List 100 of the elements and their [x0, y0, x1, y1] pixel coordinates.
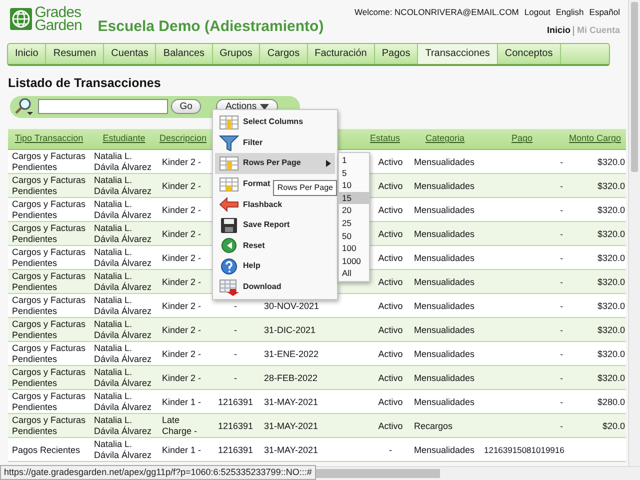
table-cell: Cargos y Facturas Pendientes: [8, 270, 90, 294]
school-name: Escuela Demo (Adiestramiento): [98, 17, 324, 37]
table-cell: Kinder 2 -: [158, 318, 208, 342]
table-cell: Kinder 2 -: [158, 366, 208, 390]
table-cell: Natalia L. Dávila Álvarez: [90, 174, 158, 198]
table-cell: -: [480, 318, 564, 342]
table-cell: Mensualidades: [410, 318, 480, 342]
welcome-text: Welcome: NCOLONRIVERA@EMAIL.COM: [354, 6, 519, 19]
table-cell: -: [208, 342, 260, 366]
table-cell: 31-MAY-2021: [260, 390, 360, 414]
table-cell: 31-DIC-2021: [260, 318, 360, 342]
table-cell: Cargos y Facturas Pendientes: [8, 390, 90, 414]
table-cell: Cargos y Facturas Pendientes: [8, 222, 90, 246]
table-cell: -: [480, 198, 564, 222]
table-cell: Natalia L. Dávila Álvarez: [90, 198, 158, 222]
table-cell: -: [480, 174, 564, 198]
table-cell: Natalia L. Dávila Álvarez: [90, 366, 158, 390]
table-cell: Kinder 2 -: [158, 342, 208, 366]
table-cell: Mensualidades: [410, 342, 480, 366]
table-cell: -: [480, 294, 564, 318]
table-cell: Cargos y Facturas Pendientes: [8, 198, 90, 222]
table-cell: Natalia L. Dávila Álvarez: [90, 342, 158, 366]
table-cell: $320.0: [564, 342, 626, 366]
table-cell: Kinder 1 -: [158, 390, 208, 414]
table-cell: 1216391: [208, 438, 260, 462]
table-cell: -: [480, 270, 564, 294]
table-cell: Cargos y Facturas Pendientes: [8, 174, 90, 198]
table-cell: 31-MAY-2021: [260, 414, 360, 438]
table-cell: Activo: [360, 342, 410, 366]
table-cell: -: [480, 414, 564, 438]
table-cell: Activo: [360, 318, 410, 342]
table-cell: Natalia L. Dávila Álvarez: [90, 390, 158, 414]
table-cell: Cargos y Facturas Pendientes: [8, 150, 90, 174]
table-cell: Activo: [360, 294, 410, 318]
table-cell: Cargos y Facturas Pendientes: [8, 414, 90, 438]
table-cell: 31-MAY-2021: [260, 438, 360, 462]
table-cell: Kinder 2 -: [158, 150, 208, 174]
page-title: Listado de Transacciones: [8, 75, 162, 92]
table-cell: $320.0: [564, 174, 626, 198]
table-cell: $320.0: [564, 270, 626, 294]
table-cell: Natalia L. Dávila Álvarez: [90, 438, 158, 462]
table-cell: -: [480, 366, 564, 390]
table-cell: Mensualidades: [410, 222, 480, 246]
table-cell: Cargos y Facturas Pendientes: [8, 318, 90, 342]
table-cell: -: [480, 150, 564, 174]
table-cell: $320.0: [564, 150, 626, 174]
table-cell: Mensualidades: [410, 270, 480, 294]
table-cell: Cargos y Facturas Pendientes: [8, 366, 90, 390]
table-cell: Cargos y Facturas Pendientes: [8, 294, 90, 318]
table-cell: $320.0: [564, 198, 626, 222]
table-cell: $280.0: [564, 390, 626, 414]
table-cell: Mensualidades: [410, 150, 480, 174]
status-url-tooltip: https://gate.gradesgarden.net/apex/gg11p/f?p=1060:6:525335233799::NO:::#: [0, 464, 316, 480]
table-cell: Natalia L. Dávila Álvarez: [90, 246, 158, 270]
table-cell: -: [480, 390, 564, 414]
table-cell: Mensualidades: [410, 294, 480, 318]
table-cell: Kinder 1 -: [158, 438, 208, 462]
table-cell: Mensualidades: [410, 390, 480, 414]
table-cell: Natalia L. Dávila Álvarez: [90, 318, 158, 342]
table-cell: $320.0: [564, 318, 626, 342]
table-cell: -: [480, 342, 564, 366]
table-cell: $320.0: [564, 294, 626, 318]
table-cell: -: [480, 246, 564, 270]
table-cell: -: [208, 318, 260, 342]
table-cell: Mensualidades: [410, 246, 480, 270]
table-cell: Natalia L. Dávila Álvarez: [90, 222, 158, 246]
table-cell: 28-FEB-2022: [260, 366, 360, 390]
table-cell: Kinder 2 -: [158, 270, 208, 294]
table-cell: Natalia L. Dávila Álvarez: [90, 150, 158, 174]
table-cell: Cargos y Facturas Pendientes: [8, 246, 90, 270]
table-cell: Mensualidades: [410, 438, 480, 462]
table-cell: Kinder 2 -: [158, 294, 208, 318]
table-cell: $320.0: [564, 246, 626, 270]
table-cell: 31-ENE-2022: [260, 342, 360, 366]
table-cell: Cargos y Facturas Pendientes: [8, 342, 90, 366]
table-cell: Mensualidades: [410, 198, 480, 222]
table-cell: -: [360, 438, 410, 462]
table-cell: 1216391: [208, 414, 260, 438]
table-cell: Kinder 2 -: [158, 246, 208, 270]
table-cell: $320.0: [564, 222, 626, 246]
table-cell: Kinder 2 -: [158, 174, 208, 198]
table-cell: $320.0: [564, 366, 626, 390]
table-cell: Activo: [360, 414, 410, 438]
table-cell: -: [480, 222, 564, 246]
table-cell: 1216391: [208, 390, 260, 414]
logo-text: Grades Garden: [34, 6, 82, 32]
table-cell: 12163915081019916: [480, 438, 564, 462]
table-cell: Mensualidades: [410, 174, 480, 198]
tooltip: Rows Per Page: [273, 180, 337, 196]
table-cell: Recargos: [410, 414, 480, 438]
table-cell: Natalia L. Dávila Álvarez: [90, 414, 158, 438]
table-cell: $20.0: [564, 414, 626, 438]
table-cell: Activo: [360, 390, 410, 414]
table-cell: Natalia L. Dávila Álvarez: [90, 270, 158, 294]
table-cell: Natalia L. Dávila Álvarez: [90, 294, 158, 318]
table-cell: Kinder 2 -: [158, 222, 208, 246]
table-cell: Activo: [360, 366, 410, 390]
table-cell: -: [208, 366, 260, 390]
table-cell: Pagos Recientes: [8, 438, 90, 462]
table-cell: Kinder 2 -: [158, 198, 208, 222]
